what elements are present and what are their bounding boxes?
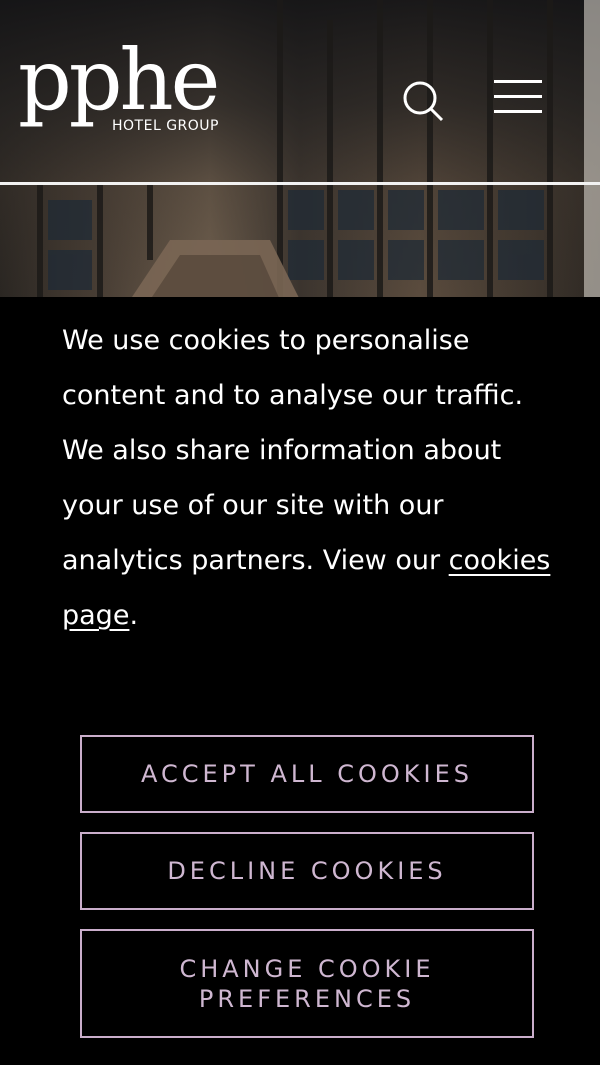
decline-cookies-button[interactable]: DECLINE COOKIES bbox=[80, 832, 534, 910]
pphe-logo[interactable]: pphe HOTEL GROUP bbox=[18, 31, 220, 134]
cookie-message-text: We use cookies to personalise content an… bbox=[62, 325, 524, 576]
hamburger-menu-icon bbox=[494, 80, 542, 83]
hamburger-bar bbox=[494, 95, 542, 98]
search-icon bbox=[403, 81, 444, 122]
cookie-message-end: . bbox=[129, 600, 139, 631]
change-cookie-preferences-button[interactable]: CHANGE COOKIE PREFERENCES bbox=[80, 929, 534, 1038]
logo-wordmark: pphe bbox=[18, 31, 220, 129]
hamburger-bar bbox=[494, 110, 542, 113]
logo-subtitle: HOTEL GROUP bbox=[112, 118, 219, 134]
accept-all-cookies-button[interactable]: ACCEPT ALL COOKIES bbox=[80, 735, 534, 813]
menu-button[interactable] bbox=[490, 78, 546, 118]
header-divider bbox=[0, 182, 600, 185]
cookie-banner: We use cookies to personalise content an… bbox=[0, 297, 600, 1065]
site-header: pphe HOTEL GROUP bbox=[0, 0, 600, 183]
cookie-message: We use cookies to personalise content an… bbox=[62, 313, 552, 643]
search-button[interactable] bbox=[398, 78, 448, 128]
